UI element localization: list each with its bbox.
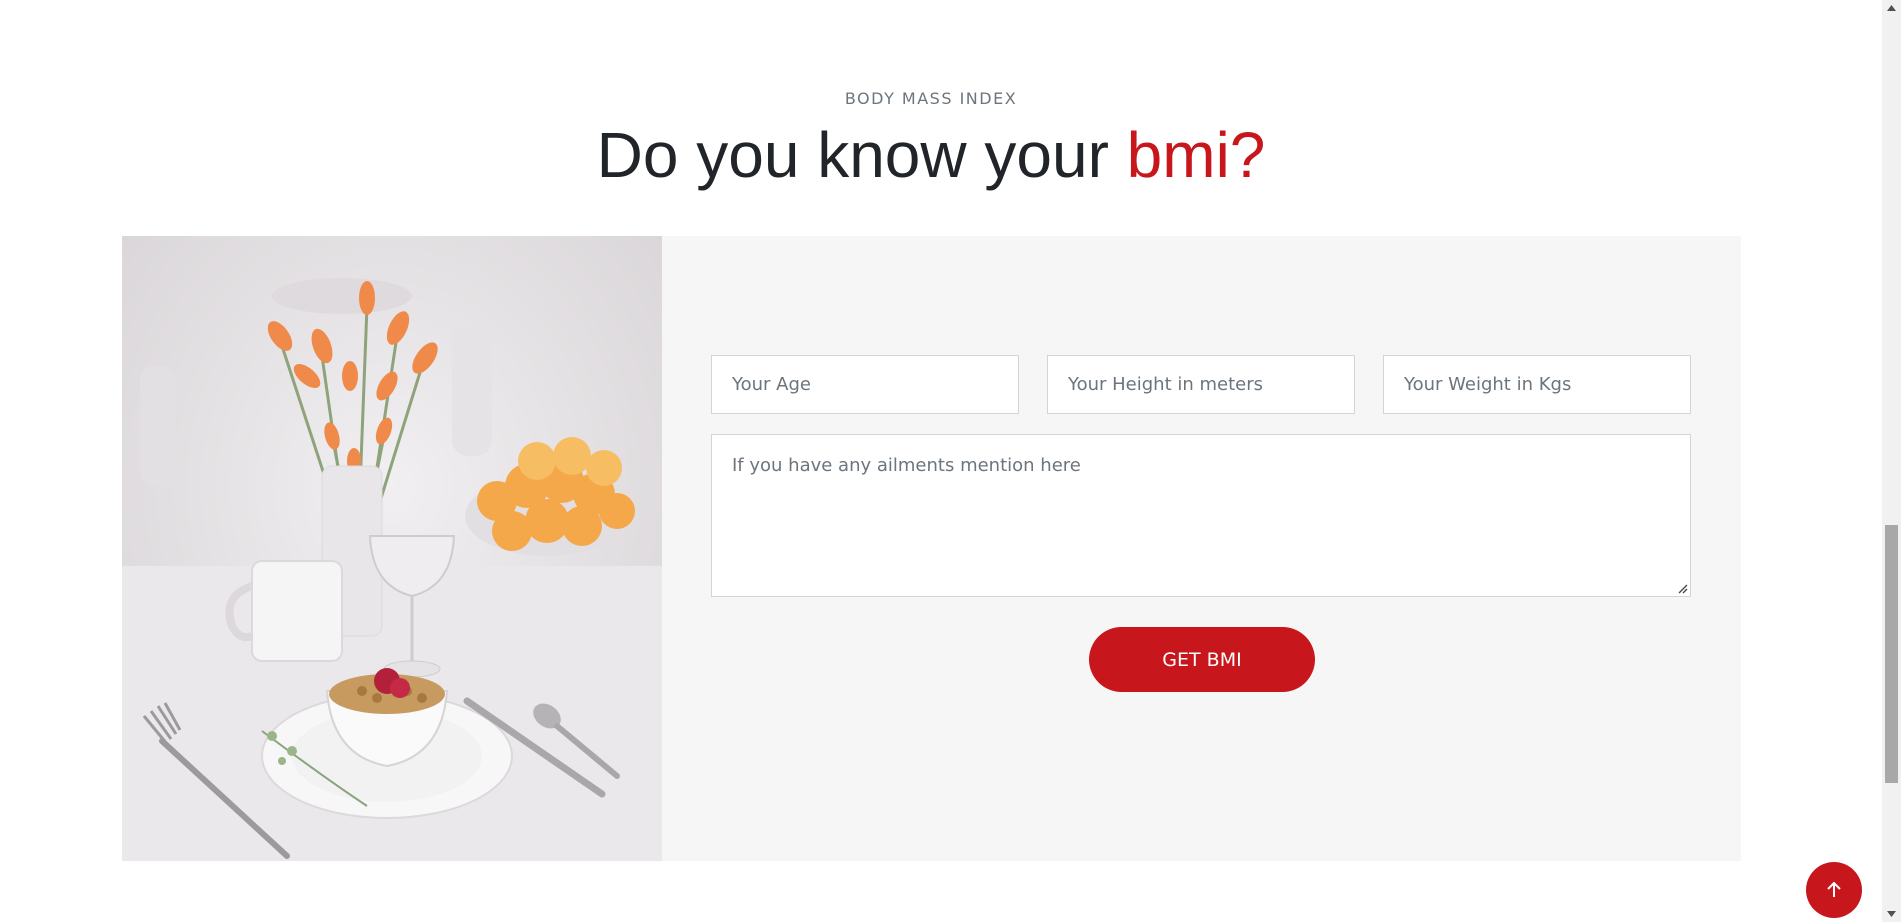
age-placeholder: Your Age — [732, 374, 811, 395]
breakfast-table-photo — [122, 236, 662, 861]
arrow-up-icon — [1827, 881, 1841, 897]
back-to-top-button[interactable] — [1806, 862, 1862, 918]
bmi-form: Your Age Your Height in meters Your Weig… — [662, 236, 1741, 861]
weight-input[interactable]: Your Weight in Kgs — [1383, 355, 1691, 414]
page-scrollbar[interactable] — [1882, 0, 1901, 922]
resize-handle-icon[interactable] — [1676, 582, 1688, 594]
get-bmi-button[interactable]: GET BMI — [1089, 627, 1315, 692]
age-input[interactable]: Your Age — [711, 355, 1019, 414]
section-title: Do you know your bmi? — [0, 116, 1862, 194]
ailments-textarea[interactable]: If you have any ailments mention here — [711, 434, 1691, 597]
title-accent: bmi? — [1126, 119, 1266, 191]
bmi-section: Your Age Your Height in meters Your Weig… — [122, 236, 1741, 861]
scrollbar-thumb[interactable] — [1885, 525, 1898, 783]
ailments-placeholder: If you have any ailments mention here — [732, 455, 1081, 476]
height-input[interactable]: Your Height in meters — [1047, 355, 1355, 414]
section-eyebrow: BODY MASS INDEX — [844, 89, 1018, 108]
scroll-up-arrow-icon[interactable] — [1886, 3, 1897, 13]
weight-placeholder: Your Weight in Kgs — [1404, 374, 1572, 395]
breakfast-illustration — [122, 236, 662, 861]
title-main: Do you know your — [596, 119, 1109, 191]
scroll-down-arrow-icon[interactable] — [1886, 909, 1897, 919]
height-placeholder: Your Height in meters — [1068, 374, 1264, 395]
